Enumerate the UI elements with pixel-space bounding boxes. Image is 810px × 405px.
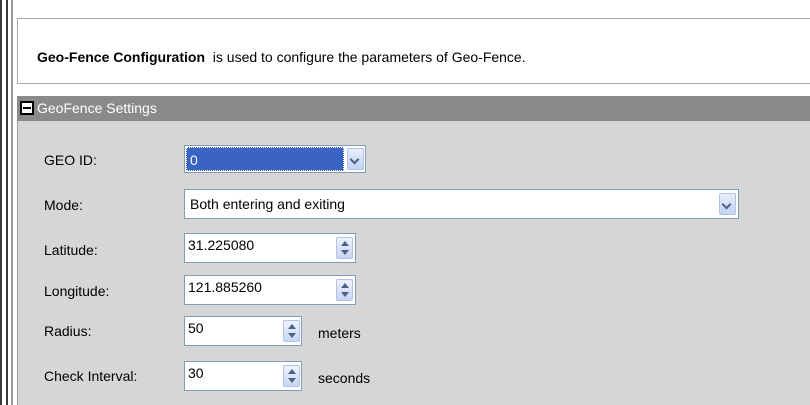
spinner-arrows-icon[interactable] [336,279,353,301]
latitude-label: Latitude: [44,242,98,258]
latitude-value[interactable]: 31.225080 [188,234,254,256]
panel-title: GeoFence Settings [37,100,157,116]
window-border-inner [6,0,8,405]
radius-value[interactable]: 50 [188,317,204,339]
check-interval-label: Check Interval: [44,368,138,384]
check-interval-value[interactable]: 30 [188,362,204,384]
frame-divider [11,0,13,405]
longitude-label: Longitude: [44,283,110,299]
geo-id-selected-value[interactable]: 0 [186,147,344,171]
collapse-icon[interactable] [20,101,34,115]
mode-selected-value[interactable]: Both entering and exiting [190,190,345,218]
spinner-arrows-icon[interactable] [336,237,353,259]
geo-id-label: GEO ID: [44,152,97,168]
radius-label: Radius: [44,323,92,339]
spinner-arrows-icon[interactable] [283,320,300,342]
radius-unit: meters [318,325,361,341]
window-border-left [0,0,2,405]
geofence-settings-panel [17,96,810,405]
description-text: Geo-Fence Configuration is used to confi… [37,46,526,68]
description-title: Geo-Fence Configuration [37,49,205,65]
mode-label: Mode: [44,197,83,213]
check-interval-unit: seconds [318,370,371,386]
description-body: is used to configure the parameters of G… [205,49,526,65]
spinner-arrows-icon[interactable] [283,365,300,387]
longitude-value[interactable]: 121.885260 [188,276,262,298]
chevron-down-icon[interactable] [347,148,364,170]
chevron-down-icon[interactable] [719,193,736,215]
